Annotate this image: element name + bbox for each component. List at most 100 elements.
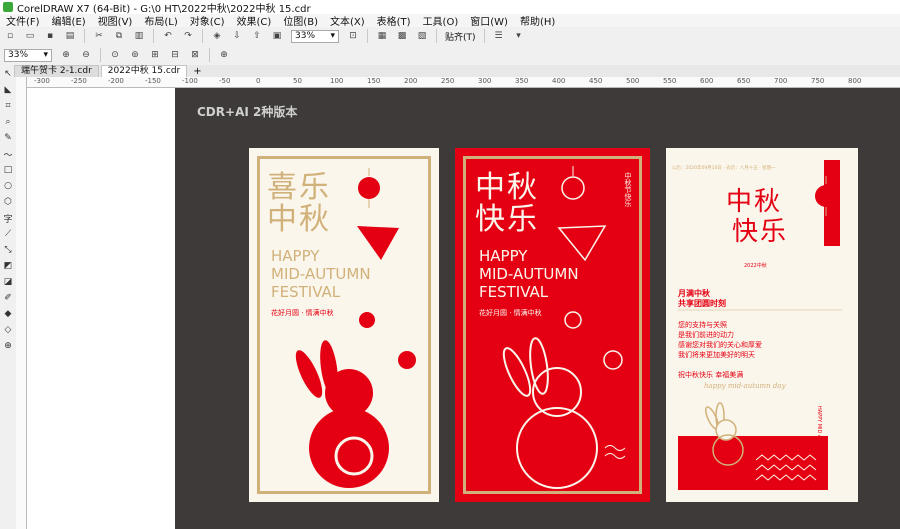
ruler-tick-label: 0 bbox=[256, 77, 261, 85]
toolbox: ↖ ◣ ⌗ ⌕ ✎ ～ □ ○ ⬡ 字 ⟋ ⤡ ◩ ◪ ✐ ◆ ◇ ⊕ bbox=[0, 65, 17, 529]
connector-tool-icon[interactable]: ⤡ bbox=[2, 244, 14, 256]
freehand-tool-icon[interactable]: ✎ bbox=[2, 132, 14, 144]
parallel-dimension-tool-icon[interactable]: ⟋ bbox=[2, 228, 14, 240]
zoom-selected-icon[interactable]: ⊙ bbox=[108, 49, 122, 61]
tab-mid-autumn-15[interactable]: 2022中秋 15.cdr bbox=[100, 65, 188, 77]
drawing-page-area[interactable] bbox=[27, 88, 175, 529]
snap-to-menu[interactable]: 贴齐(T) bbox=[445, 30, 476, 43]
menu-table[interactable]: 表格(T) bbox=[371, 13, 417, 28]
artistic-media-tool-icon[interactable]: ～ bbox=[2, 148, 14, 161]
ruler-tick-label: 250 bbox=[441, 77, 455, 85]
ruler-tick-label: 200 bbox=[404, 77, 418, 85]
menu-bitmaps[interactable]: 位图(B) bbox=[277, 13, 324, 28]
menu-view[interactable]: 视图(V) bbox=[92, 13, 139, 28]
standard-toolbar: ▫ ▭ ▪ ▤ ✂ ⧉ ▥ ↶ ↷ ◈ ⇩ ⇧ ▣ 33% ▾ ⊡ ▦ ▩ ▧ 贴… bbox=[0, 27, 900, 46]
poster-illustration bbox=[295, 168, 416, 488]
poster-red[interactable]: 中秋 快乐 HAPPY MID-AUTUMN FESTIVAL 花好月圆 · 情… bbox=[455, 148, 650, 502]
menu-bar: 文件(F) 编辑(E) 视图(V) 布局(L) 对象(C) 效果(C) 位图(B… bbox=[0, 13, 900, 28]
save-icon[interactable]: ▪ bbox=[43, 30, 57, 42]
separator bbox=[202, 29, 203, 43]
separator bbox=[209, 48, 210, 62]
ruler-tick-label: 150 bbox=[367, 77, 381, 85]
print-icon[interactable]: ▤ bbox=[63, 30, 77, 42]
publish-pdf-icon[interactable]: ▣ bbox=[270, 30, 284, 42]
export-icon[interactable]: ⇧ bbox=[250, 30, 264, 42]
chevron-down-icon: ▾ bbox=[43, 50, 48, 60]
text-tool-icon[interactable]: 字 bbox=[2, 212, 14, 225]
zoom-tool-icon[interactable]: ⌕ bbox=[2, 116, 14, 128]
moon-icon bbox=[398, 351, 416, 369]
transparency-tool-icon[interactable]: ◪ bbox=[2, 276, 14, 288]
undo-icon[interactable]: ↶ bbox=[161, 30, 175, 42]
menu-object[interactable]: 对象(C) bbox=[184, 13, 231, 28]
drop-shadow-tool-icon[interactable]: ◩ bbox=[2, 260, 14, 272]
coreldraw-app-icon bbox=[3, 2, 13, 12]
version-label: CDR+AI 2种版本 bbox=[197, 105, 298, 119]
options-icon[interactable]: ☰ bbox=[492, 30, 506, 42]
zoom-level-combo[interactable]: 33% ▾ bbox=[291, 29, 339, 43]
add-tool-icon[interactable]: ⊕ bbox=[2, 340, 14, 352]
vertical-ruler[interactable] bbox=[16, 77, 27, 529]
full-screen-icon[interactable]: ⊡ bbox=[346, 30, 360, 42]
cut-icon[interactable]: ✂ bbox=[92, 30, 106, 42]
property-zoom-combo[interactable]: 33% ▾ bbox=[4, 48, 52, 62]
show-guidelines-icon[interactable]: ▧ bbox=[415, 30, 429, 42]
show-rulers-icon[interactable]: ▦ bbox=[375, 30, 389, 42]
shape-tool-icon[interactable]: ◣ bbox=[2, 84, 14, 96]
menu-layout[interactable]: 布局(L) bbox=[138, 13, 183, 28]
document-tabs: 端午贺卡 2-1.cdr 2022中秋 15.cdr + bbox=[14, 65, 900, 77]
zoom-in-icon[interactable]: ⊕ bbox=[59, 49, 73, 61]
menu-help[interactable]: 帮助(H) bbox=[514, 13, 561, 28]
tab-duanwu-card[interactable]: 端午贺卡 2-1.cdr bbox=[14, 65, 99, 77]
redo-icon[interactable]: ↷ bbox=[181, 30, 195, 42]
ruler-tick-label: 100 bbox=[330, 77, 344, 85]
ruler-tick-label: -50 bbox=[219, 77, 231, 85]
zoom-page-icon[interactable]: ⊞ bbox=[148, 49, 162, 61]
ruler-tick-label: 700 bbox=[774, 77, 788, 85]
import-icon[interactable]: ⇩ bbox=[230, 30, 244, 42]
lantern-icon bbox=[561, 166, 585, 200]
zoom-out-icon[interactable]: ⊖ bbox=[79, 49, 93, 61]
new-file-icon[interactable]: ▫ bbox=[3, 30, 17, 42]
menu-window[interactable]: 窗口(W) bbox=[464, 13, 514, 28]
copy-icon[interactable]: ⧉ bbox=[112, 30, 126, 42]
ruler-tick-label: 550 bbox=[663, 77, 677, 85]
pick-tool-icon[interactable]: ↖ bbox=[2, 68, 14, 80]
show-grid-icon[interactable]: ▩ bbox=[395, 30, 409, 42]
interactive-fill-tool-icon[interactable]: ◆ bbox=[2, 308, 14, 320]
open-folder-icon[interactable]: ▭ bbox=[23, 30, 37, 42]
poster-illustration bbox=[678, 176, 842, 481]
menu-file[interactable]: 文件(F) bbox=[0, 13, 46, 28]
add-toolbar-item-icon[interactable]: ⊕ bbox=[217, 49, 231, 61]
poster-cream[interactable]: 喜乐 中秋 HAPPY MID-AUTUMN FESTIVAL 花好月圆 · 情… bbox=[249, 148, 439, 502]
crop-tool-icon[interactable]: ⌗ bbox=[2, 100, 14, 112]
smart-fill-tool-icon[interactable]: ◇ bbox=[2, 324, 14, 336]
paste-icon[interactable]: ▥ bbox=[132, 30, 146, 42]
menu-edit[interactable]: 编辑(E) bbox=[46, 13, 92, 28]
title-bar: CorelDRAW X7 (64-Bit) - G:\0 HT\2022中秋\2… bbox=[0, 0, 900, 15]
poster-illustration bbox=[502, 166, 626, 489]
search-content-icon[interactable]: ◈ bbox=[210, 30, 224, 42]
zoom-page-height-icon[interactable]: ⊠ bbox=[188, 49, 202, 61]
rectangle-tool-icon[interactable]: □ bbox=[2, 164, 14, 176]
property-bar: 33% ▾ ⊕ ⊖ ⊙ ⊚ ⊞ ⊟ ⊠ ⊕ bbox=[0, 45, 900, 66]
moon-icon bbox=[603, 350, 623, 370]
application-launcher-icon[interactable]: ▾ bbox=[512, 30, 526, 42]
new-tab-icon[interactable]: + bbox=[189, 66, 205, 77]
zoom-page-width-icon[interactable]: ⊟ bbox=[168, 49, 182, 61]
horizontal-ruler[interactable]: -300 -250 -200 -150 -100 -50 0 50 100 150 200 250 30… bbox=[26, 77, 900, 88]
chevron-down-icon: ▾ bbox=[330, 31, 335, 41]
color-eyedropper-tool-icon[interactable]: ✐ bbox=[2, 292, 14, 304]
menu-effects[interactable]: 效果(C) bbox=[231, 13, 278, 28]
ruler-tick-label: 750 bbox=[811, 77, 825, 85]
mooncake-icon bbox=[564, 311, 582, 329]
separator bbox=[483, 29, 485, 43]
rabbit-illustration bbox=[295, 340, 389, 488]
ruler-tick-label: 350 bbox=[515, 77, 529, 85]
menu-text[interactable]: 文本(X) bbox=[324, 13, 371, 28]
poster-card[interactable]: 公历：2020年09月10日 · 农历：八月十五 · 星期一 中秋 快乐 202… bbox=[666, 148, 858, 502]
ellipse-tool-icon[interactable]: ○ bbox=[2, 180, 14, 192]
polygon-tool-icon[interactable]: ⬡ bbox=[2, 196, 14, 208]
menu-tools[interactable]: 工具(O) bbox=[417, 13, 465, 28]
zoom-all-icon[interactable]: ⊚ bbox=[128, 49, 142, 61]
